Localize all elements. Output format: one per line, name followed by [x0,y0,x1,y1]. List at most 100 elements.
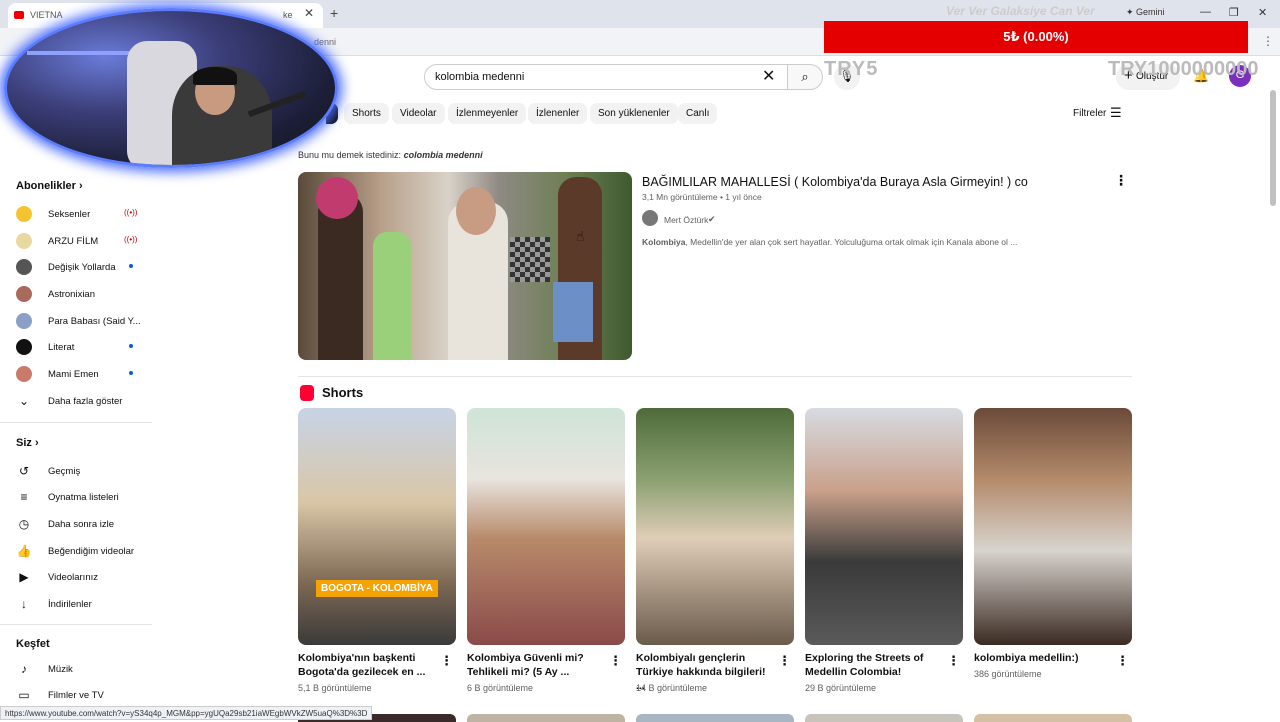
short-views: 6 B görüntüleme [467,683,534,693]
webcam-shelf [27,51,137,55]
sidebar-item-your-videos[interactable]: ▶ Videolarınız [16,569,146,593]
window-close-icon[interactable]: ✕ [1258,6,1267,19]
short-views: 386 görüntüleme [974,669,1042,679]
scrollbar[interactable] [1270,90,1276,206]
thumb-pixelated-area [510,237,550,282]
more-vert-icon[interactable]: ⋮ [947,653,960,669]
sidebar-item-label: Literat [48,342,75,353]
video-thumbnail[interactable] [298,172,632,360]
search-input[interactable]: kolombia medenni [424,64,788,90]
short-title[interactable]: Kolombiya Güvenli mi? Tehlikeli mi? (5 A… [467,651,602,679]
sidebar-divider [0,422,152,423]
short-title[interactable]: Exploring the Streets of Medellin Colomb… [805,651,940,679]
chip-videos[interactable]: Videolar [392,103,445,124]
chip-unwatched[interactable]: İzlenmeyenler [448,103,527,124]
thumb-figure [373,232,411,360]
sidebar-item-arzu-film[interactable]: ARZU FİLM ((•)) [16,233,146,257]
short-title[interactable]: Kolombiya'nın başkenti Bogota'da gezilec… [298,651,433,679]
channel-avatar-icon [16,206,32,222]
chip-live[interactable]: Canlı [678,103,718,124]
sliders-icon[interactable]: ☰ [1110,105,1122,121]
search-button[interactable]: ⌕ [787,64,823,90]
status-bar-url: https://www.youtube.com/watch?v=yS34q4p_… [0,706,373,720]
video-meta: 3,1 Mn görüntüleme • 1 yıl önce [642,192,762,202]
new-content-dot [129,264,133,268]
chip-recent[interactable]: Son yüklenenler [590,103,678,124]
gemini-button[interactable]: ✦ Gemini [1126,7,1165,18]
channel-avatar-icon [16,339,32,355]
mouse-cursor-icon: ☝ [576,228,585,244]
thumb-figure [316,177,358,219]
short-thumbnail[interactable]: BOGOTA - KOLOMBİYA [298,408,456,645]
short-title[interactable]: kolombiya medellin:) [974,651,1109,665]
sidebar-item-history[interactable]: ↺ Geçmiş [16,463,146,487]
more-vert-icon[interactable]: ⋮ [1116,653,1129,669]
sidebar-item-watch-later[interactable]: ◷ Daha sonra izle [16,516,146,540]
sidebar-item-literat[interactable]: Literat [16,339,146,363]
download-icon: ↓ [21,597,27,611]
tab-close-icon[interactable]: ✕ [304,6,314,20]
playlist-icon: ≡ [20,490,28,504]
next-row-thumbnail[interactable] [974,714,1132,722]
sidebar-item-liked[interactable]: 👍 Beğendiğim videolar [16,543,146,567]
sidebar-item-label: Müzik [48,664,73,675]
short-views: 14 B görüntüleme [636,683,708,693]
sidebar-item-mami-emen[interactable]: Mami Emen [16,366,146,390]
sidebar-item-seksenler[interactable]: Seksenler ((•)) [16,206,146,230]
stream-banner-text: Ver Ver Galaksiye Can Ver [946,4,1095,18]
more-vert-icon[interactable]: ⋮ [1114,172,1128,189]
restore-icon[interactable]: ❐ [1229,6,1239,19]
new-tab-icon[interactable]: + [330,5,338,21]
shorts-icon [300,385,314,401]
address-text: denni [314,37,337,47]
did-you-mean-link[interactable]: colombia medenni [404,150,483,160]
tab-title: VIETNA [30,10,63,20]
clock-icon: ◷ [18,517,30,531]
history-icon: ↺ [18,464,30,478]
filters-button[interactable]: Filtreler [1073,108,1106,119]
desc-text: , Medellin'de yer alan çok sert hayatlar… [685,237,1018,247]
next-row-thumbnail[interactable] [467,714,625,722]
short-thumbnail[interactable] [467,408,625,645]
channel-name[interactable]: Mert Öztürk [664,215,708,225]
channel-avatar-icon [16,286,32,302]
minimize-icon[interactable]: — [1200,6,1211,18]
you-heading[interactable]: Siz › [16,437,39,449]
sidebar-divider [0,624,152,625]
sidebar-item-astronixian[interactable]: Astronixian [16,286,146,310]
subscriptions-label: Abonelikler [16,180,76,192]
chip-shorts[interactable]: Shorts [344,103,389,124]
next-row-thumbnail[interactable] [636,714,794,722]
webcam-overlay [4,8,338,168]
shorts-heading: Shorts [322,385,364,400]
chevron-right-icon: › [34,437,39,449]
sidebar-item-music[interactable]: ♪ Müzik [16,661,146,685]
sidebar-item-playlists[interactable]: ≡ Oynatma listeleri [16,489,146,513]
sidebar-item-label: Seksenler [48,209,91,220]
youtube-favicon-icon [14,11,24,19]
more-vert-icon[interactable]: ⋮ [778,653,791,669]
film-icon: ▭ [18,688,30,702]
short-thumbnail[interactable] [974,408,1132,645]
music-icon: ♪ [21,662,27,676]
chip-watched[interactable]: İzlenenler [528,103,588,124]
sidebar-item-downloads[interactable]: ↓ İndirilenler [16,596,146,620]
sidebar-item-label: İndirilenler [48,599,92,610]
sidebar-item-degisik-yollarda[interactable]: Değişik Yollarda [16,259,146,283]
sidebar-item-label: Videolarınız [48,572,98,583]
channel-avatar[interactable] [642,210,658,226]
more-vert-icon[interactable]: ⋮ [609,653,622,669]
close-icon[interactable]: ✕ [762,66,775,86]
sidebar-item-label: Astronixian [48,289,95,300]
channel-avatar-icon [16,313,32,329]
browser-menu-icon[interactable]: ⋮ [1262,34,1274,48]
short-thumbnail[interactable] [805,408,963,645]
next-row-thumbnail[interactable] [805,714,963,722]
short-thumbnail[interactable] [636,408,794,645]
sidebar-item-label: Geçmiş [48,466,81,477]
more-vert-icon[interactable]: ⋮ [440,653,453,669]
video-title[interactable]: BAĞIMLILAR MAHALLESİ ( Kolombiya'da Bura… [642,175,1028,189]
subscriptions-heading[interactable]: Abonelikler › [16,180,83,192]
sidebar-item-para-babasi[interactable]: Para Babası (Said Y... [16,313,146,337]
show-more-button[interactable]: ⌄ Daha fazla göster [16,393,146,417]
